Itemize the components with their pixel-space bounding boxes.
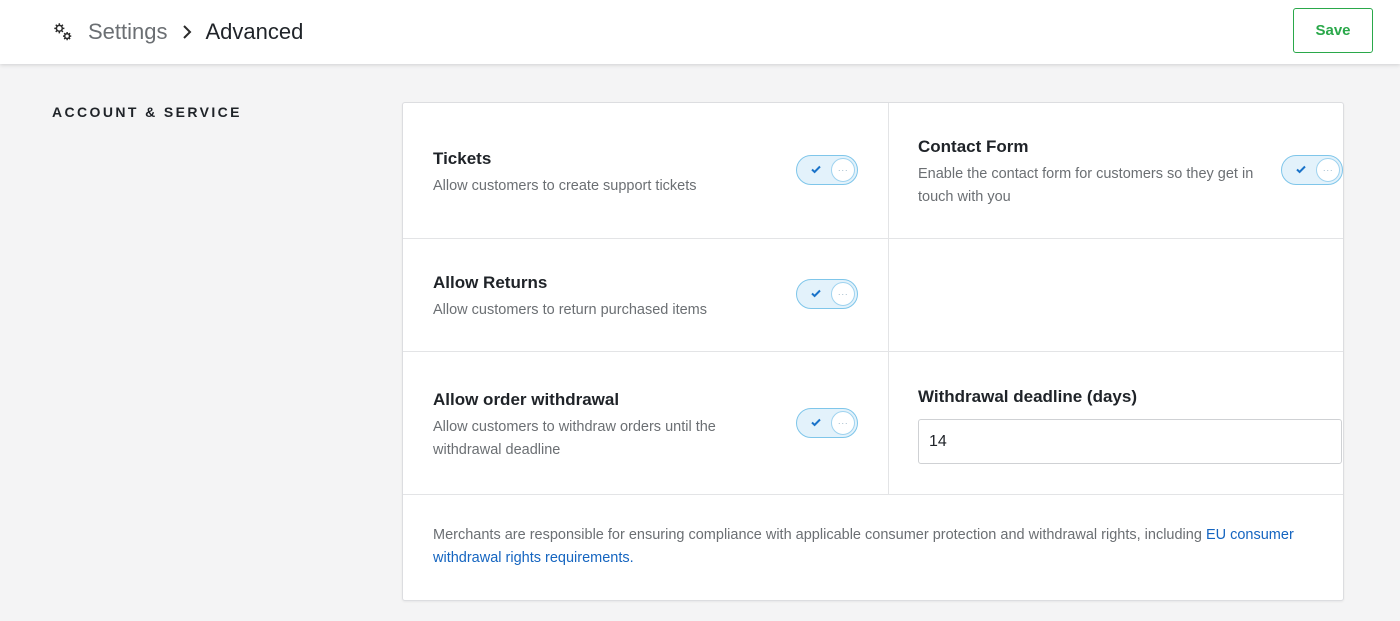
toggle-knob: ··· [831,282,855,306]
section-title: ACCOUNT & SERVICE [52,104,242,120]
allow-returns-description: Allow customers to return purchased item… [433,302,707,318]
allow-returns-title: Allow Returns [433,273,548,292]
row-divider [403,494,1343,495]
order-withdrawal-description: Allow customers to withdraw orders until… [433,419,716,458]
breadcrumb: Settings Advanced [52,16,303,48]
allow-returns-setting: Allow Returns Allow customers to return … [433,273,793,322]
order-withdrawal-setting: Allow order withdrawal Allow customers t… [433,390,773,461]
compliance-note-end: . [629,549,634,566]
row-divider [403,351,1343,352]
allow-returns-toggle[interactable]: ··· [796,279,858,309]
compliance-note-text: Merchants are responsible for ensuring c… [433,527,1206,543]
contact-form-toggle[interactable]: ··· [1281,155,1343,185]
order-withdrawal-title: Allow order withdrawal [433,390,620,409]
toggle-knob: ··· [1316,158,1340,182]
tickets-title: Tickets [433,149,492,168]
withdrawal-deadline-label: Withdrawal deadline (days) [918,387,1137,406]
toggle-knob: ··· [831,158,855,182]
tickets-setting: Tickets Allow customers to create suppor… [433,149,793,198]
order-withdrawal-toggle[interactable]: ··· [796,408,858,438]
chevron-right-icon [182,25,191,39]
contact-form-setting: Contact Form Enable the contact form for… [918,137,1268,208]
check-icon [811,289,821,298]
check-icon [811,165,821,174]
check-icon [811,418,821,427]
column-divider [888,103,889,495]
page-title: Advanced [205,19,304,44]
settings-gear-icon [54,23,72,41]
compliance-note: Merchants are responsible for ensuring c… [433,524,1323,569]
check-icon [1296,165,1306,174]
contact-form-title: Contact Form [918,137,1029,156]
row-divider [403,238,1343,239]
top-bar: Settings Advanced Save [0,0,1400,64]
contact-form-description: Enable the contact form for customers so… [918,166,1254,205]
tickets-toggle[interactable]: ··· [796,155,858,185]
settings-card: Tickets Allow customers to create suppor… [402,102,1344,601]
toggle-knob: ··· [831,411,855,435]
withdrawal-deadline-field: Withdrawal deadline (days) [918,387,1342,407]
withdrawal-deadline-input[interactable] [918,419,1342,464]
breadcrumb-settings-link[interactable]: Settings [88,19,168,45]
tickets-description: Allow customers to create support ticket… [433,178,697,194]
save-button[interactable]: Save [1293,8,1373,53]
